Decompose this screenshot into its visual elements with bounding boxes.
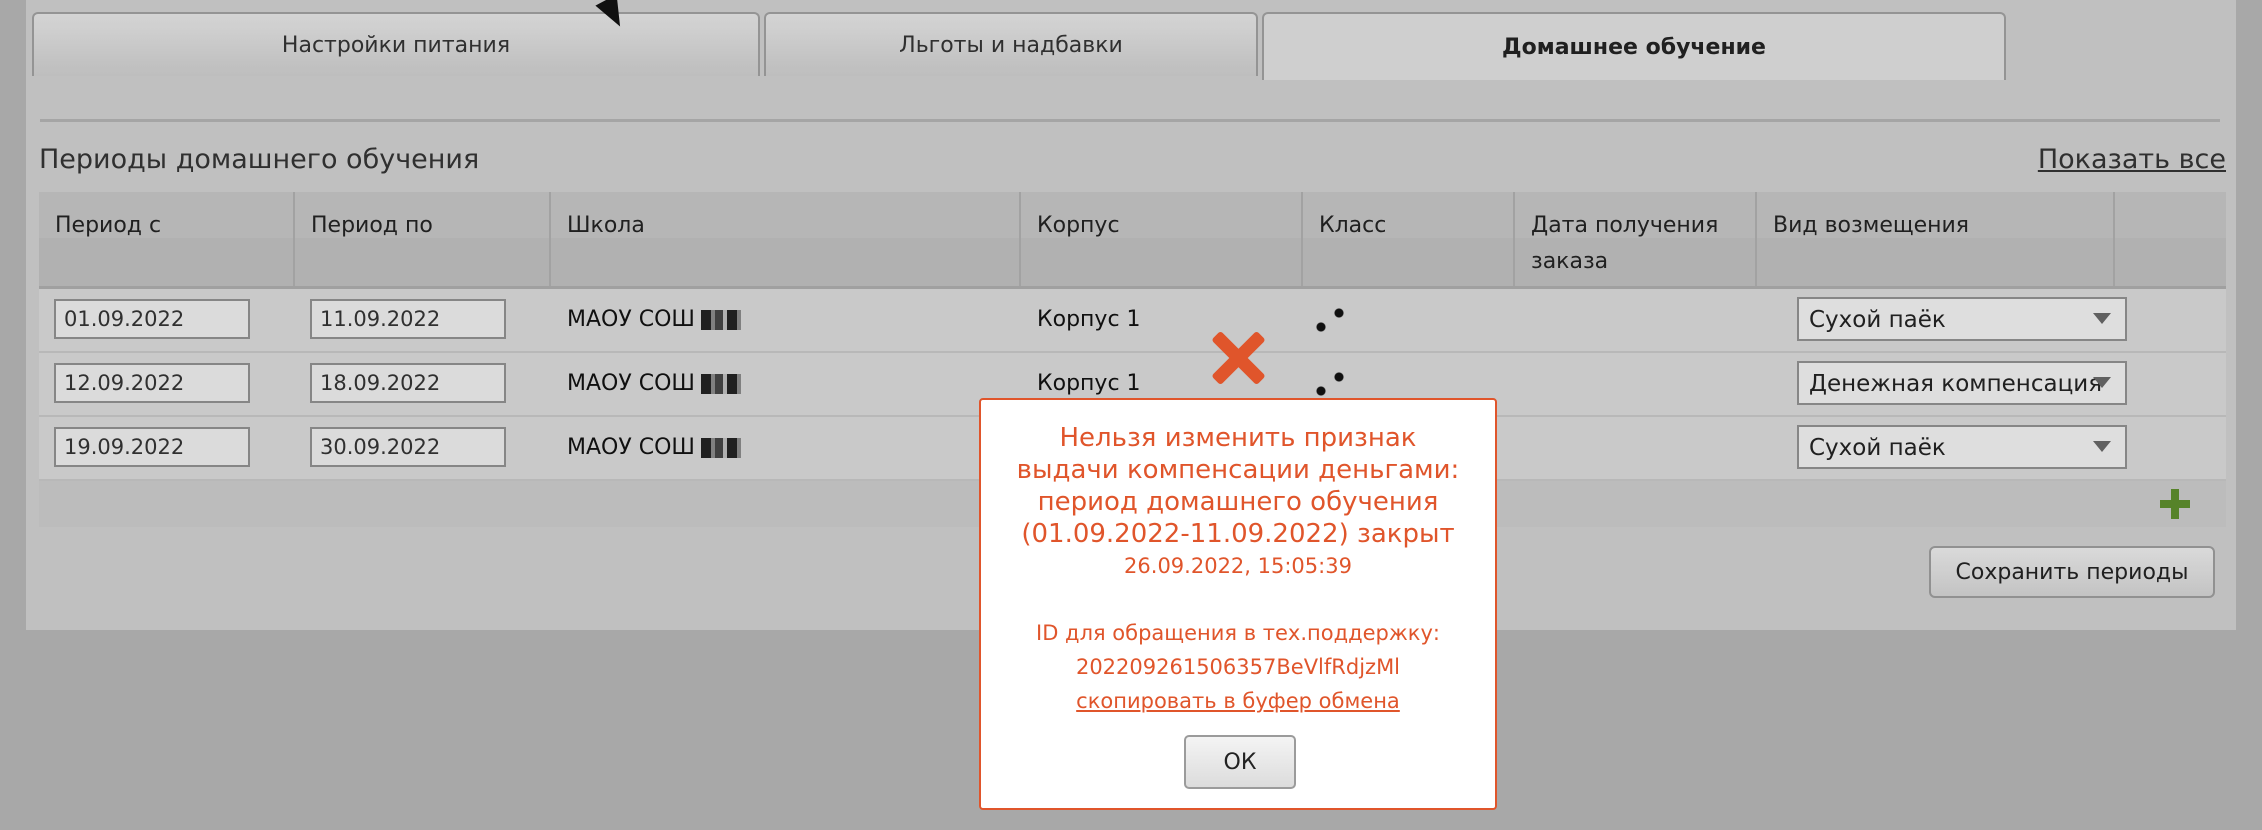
support-id-value: 202209261506357BeVlfRdjzMl — [1075, 655, 1401, 679]
school-cell: МАОУ СОШ — [567, 435, 741, 460]
tab-benefits[interactable]: Льготы и надбавки — [764, 12, 1258, 76]
error-dialog: Нельзя изменить признак выдачи компенсац… — [979, 398, 1497, 810]
period-from-input[interactable] — [54, 363, 250, 403]
compensation-select[interactable]: Денежная компенсация — [1797, 361, 2127, 405]
class-cell — [1315, 369, 1345, 399]
header-building: Корпус — [1021, 192, 1303, 286]
school-cell: МАОУ СОШ — [567, 371, 741, 396]
chevron-down-icon — [2093, 441, 2111, 452]
error-message: Нельзя изменить признак выдачи компенсац… — [1016, 423, 1460, 549]
period-to-input[interactable] — [310, 299, 506, 339]
save-periods-button[interactable]: Сохранить периоды — [1929, 546, 2215, 598]
building-cell: Корпус 1 — [1037, 371, 1141, 396]
period-from-input[interactable] — [54, 299, 250, 339]
period-from-input[interactable] — [54, 427, 250, 467]
chevron-down-icon — [2093, 377, 2111, 388]
header-period-from: Период с — [39, 192, 295, 286]
support-id-label: ID для обращения в тех.поддержку: — [1036, 621, 1440, 645]
header-order-date: Дата получения заказа — [1515, 192, 1757, 286]
table-header: Период с Период по Школа Корпус Класс Да… — [39, 192, 2226, 289]
period-to-input[interactable] — [310, 363, 506, 403]
tab-home-schooling[interactable]: Домашнее обучение — [1262, 12, 2006, 80]
compensation-select[interactable]: Сухой паёк — [1797, 425, 2127, 469]
copy-to-clipboard-link[interactable]: скопировать в буфер обмена — [981, 684, 1495, 718]
tab-bar: Настройки питания Льготы и надбавки Дома… — [32, 12, 2224, 80]
close-icon[interactable] — [1210, 330, 1266, 386]
building-cell: Корпус 1 — [1037, 307, 1141, 332]
chevron-down-icon — [2093, 313, 2111, 324]
header-class: Класс — [1303, 192, 1515, 286]
divider — [40, 119, 2220, 122]
show-all-link[interactable]: Показать все — [2038, 144, 2226, 175]
tab-nutrition-settings[interactable]: Настройки питания — [32, 12, 760, 76]
section-title: Периоды домашнего обучения — [39, 144, 480, 175]
error-timestamp: 26.09.2022, 15:05:39 — [1124, 554, 1352, 578]
table-row: МАОУ СОШ Корпус 1 Сухой паёк — [39, 289, 2226, 353]
compensation-select[interactable]: Сухой паёк — [1797, 297, 2127, 341]
header-compensation: Вид возмещения — [1757, 192, 2115, 286]
ok-button[interactable]: ОК — [1184, 735, 1296, 789]
add-period-icon[interactable] — [2160, 489, 2190, 519]
header-period-to: Период по — [295, 192, 551, 286]
period-to-input[interactable] — [310, 427, 506, 467]
header-school: Школа — [551, 192, 1021, 286]
school-cell: МАОУ СОШ — [567, 307, 741, 332]
class-cell — [1315, 305, 1345, 335]
